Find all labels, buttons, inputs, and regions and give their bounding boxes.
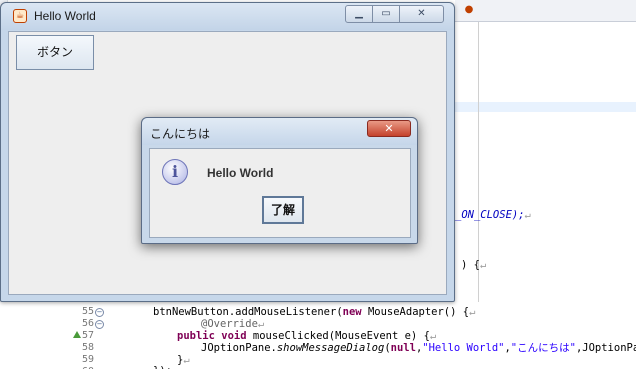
- ok-button[interactable]: 了解: [262, 196, 304, 224]
- line-number: 55: [81, 306, 94, 317]
- line-number: 56: [81, 318, 94, 329]
- code-line-59[interactable]: }↵: [177, 354, 190, 366]
- dialog-close-button[interactable]: ✕: [367, 120, 411, 137]
- information-icon: i: [162, 159, 188, 185]
- botan-button[interactable]: ボタン: [16, 35, 94, 70]
- java-icon: ☕: [13, 9, 27, 23]
- code-line-55[interactable]: btnNewButton.addMouseListener(new MouseA…: [153, 306, 475, 318]
- line-number: 59: [81, 354, 94, 365]
- fold-collapse-icon[interactable]: −: [95, 308, 104, 317]
- code-line-fragment: ) {↵: [461, 259, 487, 271]
- line-number: 57: [81, 330, 94, 341]
- code-line-56[interactable]: @Override↵: [201, 318, 264, 330]
- ide-editor-tab-bar: ●: [455, 0, 636, 22]
- window-title: Hello World: [34, 9, 96, 23]
- line-number: 58: [81, 342, 94, 353]
- editor-gutter: 55 − 56 − 57 58 59 60: [0, 300, 110, 369]
- dialog-body: i Hello World 了解: [149, 148, 411, 238]
- window-controls: ▁ ▭ ✕: [345, 5, 445, 23]
- minimize-button[interactable]: ▁: [345, 5, 373, 23]
- window-titlebar[interactable]: ☕ Hello World ▁ ▭ ✕: [1, 3, 454, 30]
- close-button[interactable]: ✕: [399, 5, 444, 23]
- code-line-fragment: _ON_CLOSE);↵: [455, 209, 531, 221]
- message-dialog: こんにちは ✕ i Hello World 了解: [141, 117, 418, 244]
- code-line-58[interactable]: JOptionPane.showMessageDialog(null,"Hell…: [201, 342, 636, 354]
- fold-collapse-icon[interactable]: −: [95, 320, 104, 329]
- code-line-57[interactable]: public void mouseClicked(MouseEvent e) {…: [177, 330, 436, 342]
- maximize-button[interactable]: ▭: [372, 5, 400, 23]
- dialog-message: Hello World: [207, 166, 274, 180]
- java-file-icon[interactable]: ●: [463, 4, 475, 16]
- dialog-title: こんにちは: [150, 127, 211, 141]
- dialog-titlebar[interactable]: こんにちは ✕: [142, 118, 417, 145]
- code-line-60[interactable]: });↵: [153, 365, 178, 369]
- current-line-highlight: [455, 102, 636, 112]
